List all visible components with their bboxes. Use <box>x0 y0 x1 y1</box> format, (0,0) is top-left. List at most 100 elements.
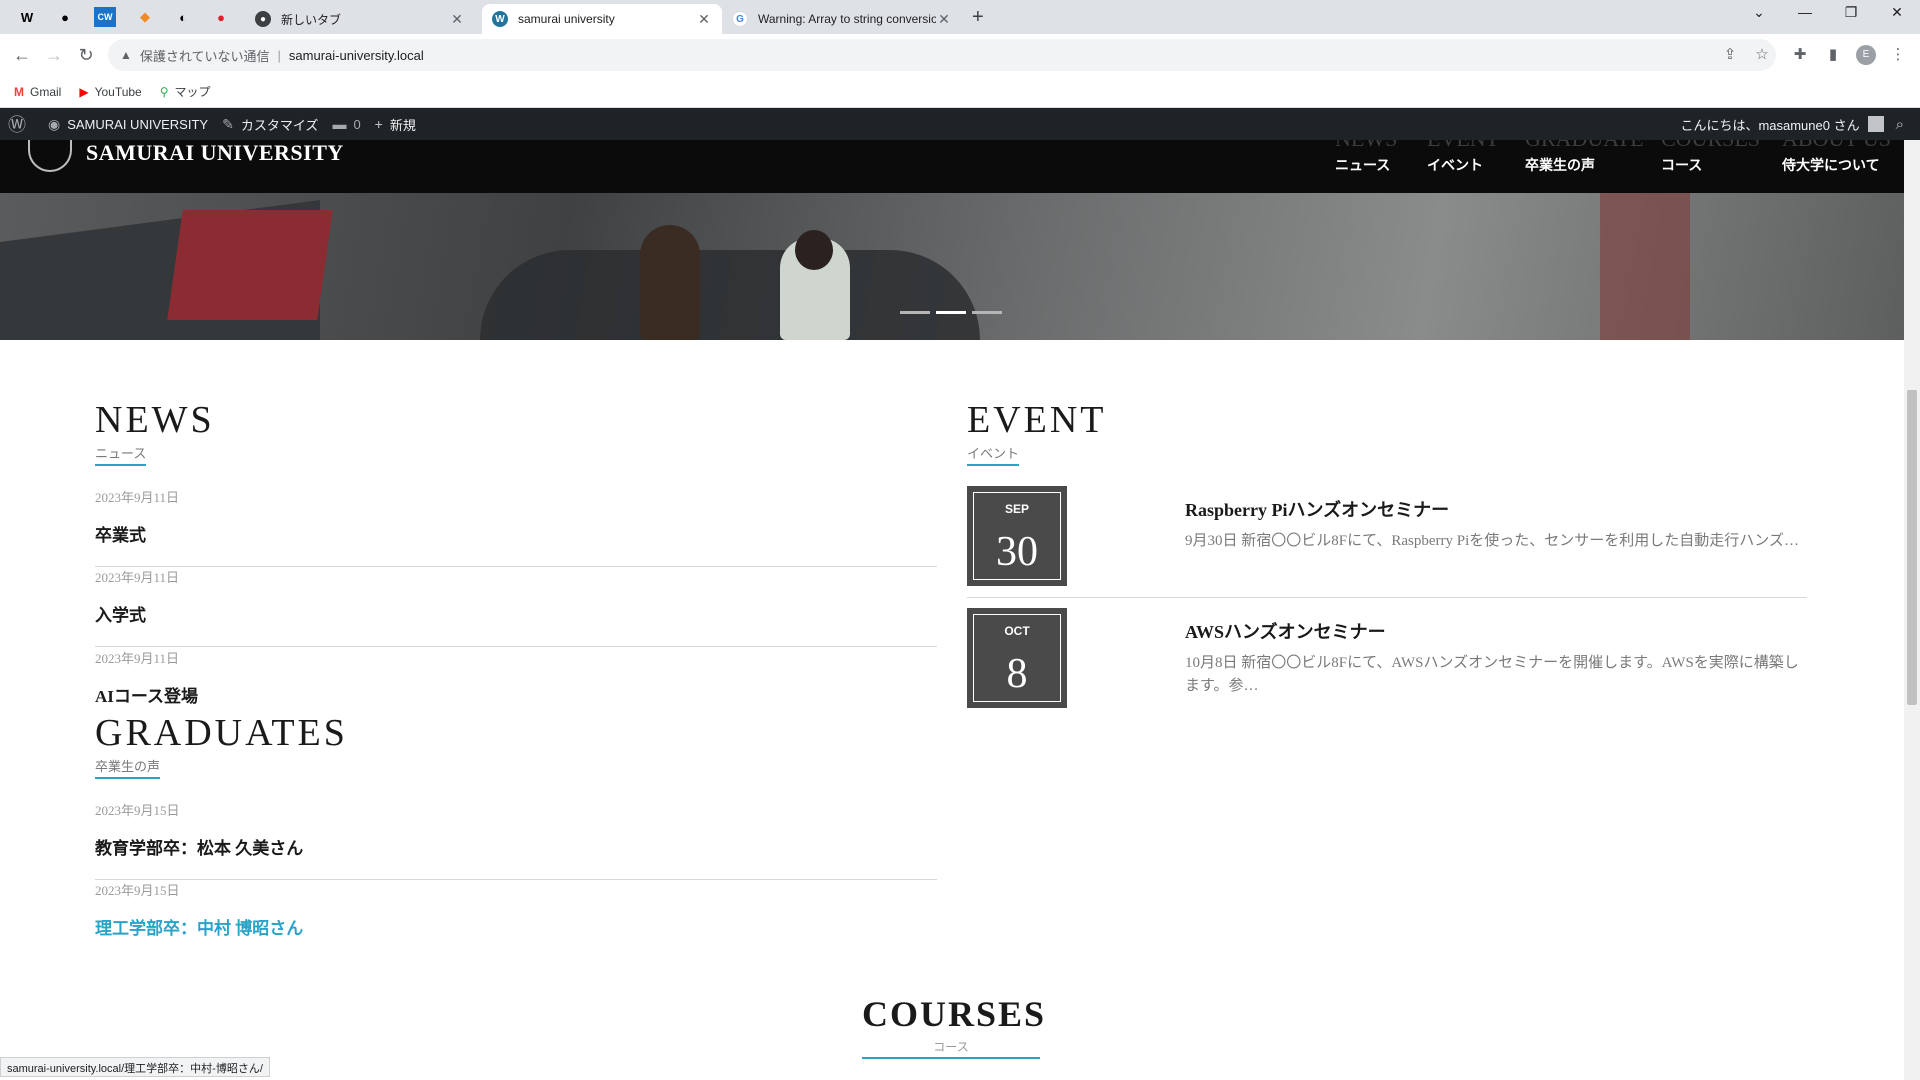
slider-dot[interactable] <box>900 311 930 314</box>
graduate-date: 2023年9月15日 <box>95 803 180 818</box>
news-list-item[interactable]: 2023年9月11日 卒業式 <box>95 487 937 567</box>
graduate-title-hovered[interactable]: 理工学部卒：中村 博昭さん <box>95 914 303 939</box>
avatar <box>1867 116 1884 132</box>
nav-en: ABOUT US <box>1782 140 1891 152</box>
admin-greeting: こんにちは、masamune0 さん <box>1680 117 1860 133</box>
comment-count: 0 <box>353 116 361 132</box>
site-header: SAMURAI UNIVERSITY NEWS ニュース EVENT イベント … <box>0 140 1904 193</box>
brush-icon: ✎ <box>222 115 234 132</box>
page-scrollbar[interactable] <box>1904 140 1920 1080</box>
admin-account[interactable]: こんにちは、masamune0 さん ⌕ <box>1680 108 1904 140</box>
chatwork-tab-icon[interactable]: CW <box>94 7 116 27</box>
admin-site-name-label: SAMURAI UNIVERSITY <box>67 116 209 132</box>
event-title[interactable]: AWSハンズオンセミナー <box>1185 618 1386 644</box>
news-date: 2023年9月11日 <box>95 651 180 666</box>
event-day: 8 <box>1006 651 1028 697</box>
menu-kebab-icon[interactable]: ⋮ <box>1888 45 1908 63</box>
package-tab-icon[interactable]: ◆ <box>134 7 156 27</box>
bookmark-youtube[interactable]: ▶ YouTube <box>79 85 141 99</box>
comment-icon: ▬ <box>332 116 347 132</box>
event-section-subtitle: イベント <box>967 443 1020 466</box>
bookmark-maps[interactable]: ⚲ マップ <box>160 83 211 100</box>
university-logo-icon[interactable] <box>28 140 72 172</box>
event-list-item[interactable]: OCT 8 AWSハンズオンセミナー 10月8日 新宿〇〇ビル8Fにて、AWSハ… <box>967 608 1807 720</box>
maximize-button[interactable]: ❐ <box>1828 4 1874 21</box>
site-content: SAMURAI UNIVERSITY NEWS ニュース EVENT イベント … <box>0 140 1904 1080</box>
news-title[interactable]: 入学式 <box>95 601 146 626</box>
window-close-button[interactable]: ✕ <box>1874 4 1920 21</box>
warning-icon[interactable]: ▲ <box>120 48 132 62</box>
side-panel-icon[interactable]: ▮ <box>1823 45 1843 63</box>
gmail-icon: M <box>14 84 24 99</box>
swirl-tab-icon[interactable]: ● <box>210 7 232 27</box>
nav-en: COURSES <box>1661 140 1760 152</box>
wikipedia-tab-icon[interactable]: W <box>16 7 38 27</box>
reload-icon[interactable]: ↻ <box>74 43 98 67</box>
scrollbar-thumb[interactable] <box>1907 390 1917 705</box>
event-list-item[interactable]: SEP 30 Raspberry Piハンズオンセミナー 9月30日 新宿〇〇ビ… <box>967 486 1807 598</box>
news-title[interactable]: AIコース登場 <box>95 682 198 707</box>
address-bar[interactable]: ▲ 保護されていない通信 | samurai-university.local <box>108 39 1776 71</box>
admin-site-name[interactable]: ◉ SAMURAI UNIVERSITY <box>48 116 208 133</box>
minimize-button[interactable]: — <box>1782 4 1828 20</box>
globe-tab-icon[interactable]: ◐ <box>172 7 194 27</box>
news-section-title: NEWS <box>95 399 215 441</box>
youtube-icon: ▶ <box>79 84 89 99</box>
url-text[interactable]: samurai-university.local <box>289 48 424 63</box>
news-section-subtitle: ニュース <box>95 443 147 466</box>
graduates-section-title: GRADUATES <box>95 712 348 754</box>
courses-section-title: COURSES <box>862 994 1047 1034</box>
tab-title: samurai university <box>518 12 615 26</box>
event-title[interactable]: Raspberry Piハンズオンセミナー <box>1185 496 1449 522</box>
event-description: 9月30日 新宿〇〇ビル8Fにて、Raspberry Piを使った、センサーを利… <box>1185 533 1799 549</box>
slider-dot[interactable] <box>972 311 1002 314</box>
browser-toolbar: ← → ↻ ▲ 保護されていない通信 | samurai-university.… <box>0 34 1920 76</box>
back-arrow-icon[interactable]: ← <box>10 43 34 67</box>
admin-comments[interactable]: ▬ 0 <box>332 116 360 132</box>
bookmark-label: マップ <box>174 85 211 99</box>
google-icon: G <box>732 11 748 27</box>
extensions-icon[interactable]: ✚ <box>1790 45 1810 63</box>
close-icon[interactable]: ✕ <box>936 11 952 28</box>
nav-en: NEWS <box>1335 140 1397 152</box>
forward-arrow-icon[interactable]: → <box>42 43 66 67</box>
wordpress-icon: W <box>492 11 508 27</box>
close-icon[interactable]: ✕ <box>449 11 465 28</box>
admin-customize[interactable]: ✎ カスタマイズ <box>222 115 318 134</box>
bookmarks-bar: M Gmail ▶ YouTube ⚲ マップ <box>0 76 1920 108</box>
profile-avatar[interactable]: E <box>1856 45 1876 65</box>
hero-image-shape <box>480 250 980 340</box>
event-month: OCT <box>1004 624 1030 638</box>
news-date: 2023年9月11日 <box>95 570 180 585</box>
tab-title: Warning: Array to string conversio <box>758 12 936 26</box>
share-icon[interactable]: ⇪ <box>1720 45 1740 63</box>
bookmark-star-icon[interactable]: ☆ <box>1752 45 1772 63</box>
news-title[interactable]: 卒業式 <box>95 521 146 546</box>
tab-title: 新しいタブ <box>281 12 342 27</box>
nav-jp: 侍大学について <box>1782 157 1880 173</box>
news-list-item[interactable]: 2023年9月11日 入学式 <box>95 567 937 647</box>
graduate-title[interactable]: 教育学部卒：松本 久美さん <box>95 834 303 859</box>
graduates-section-subtitle: 卒業生の声 <box>95 756 161 779</box>
event-section-title: EVENT <box>967 399 1107 441</box>
bookmark-gmail[interactable]: M Gmail <box>14 85 61 99</box>
slider-dots <box>900 311 1008 314</box>
dashboard-icon: ◉ <box>48 115 61 132</box>
close-icon[interactable]: ✕ <box>696 11 712 28</box>
bookmark-label: YouTube <box>94 84 142 99</box>
slider-dot-active[interactable] <box>936 311 966 314</box>
graduate-list-item[interactable]: 2023年9月15日 教育学部卒：松本 久美さん <box>95 800 937 880</box>
search-icon[interactable]: ⌕ <box>1896 116 1904 133</box>
admin-new[interactable]: + 新規 <box>375 115 416 134</box>
tab-new-tab[interactable]: ● 新しいタブ ✕ <box>245 4 475 34</box>
event-day: 30 <box>996 529 1038 575</box>
graduate-date: 2023年9月15日 <box>95 883 180 898</box>
tab-search-icon[interactable]: ⌄ <box>1736 4 1782 21</box>
tab-warning[interactable]: G Warning: Array to string conversio ✕ <box>722 4 962 34</box>
new-tab-button[interactable]: + <box>972 6 984 29</box>
graduate-list-item[interactable]: 2023年9月15日 理工学部卒：中村 博昭さん <box>95 880 937 960</box>
github-tab-icon[interactable]: ● <box>54 7 76 27</box>
site-logo-text[interactable]: SAMURAI UNIVERSITY <box>86 140 344 166</box>
tab-samurai-university[interactable]: W samurai university ✕ <box>482 4 722 34</box>
wordpress-logo-icon[interactable]: Ⓦ <box>8 111 26 137</box>
